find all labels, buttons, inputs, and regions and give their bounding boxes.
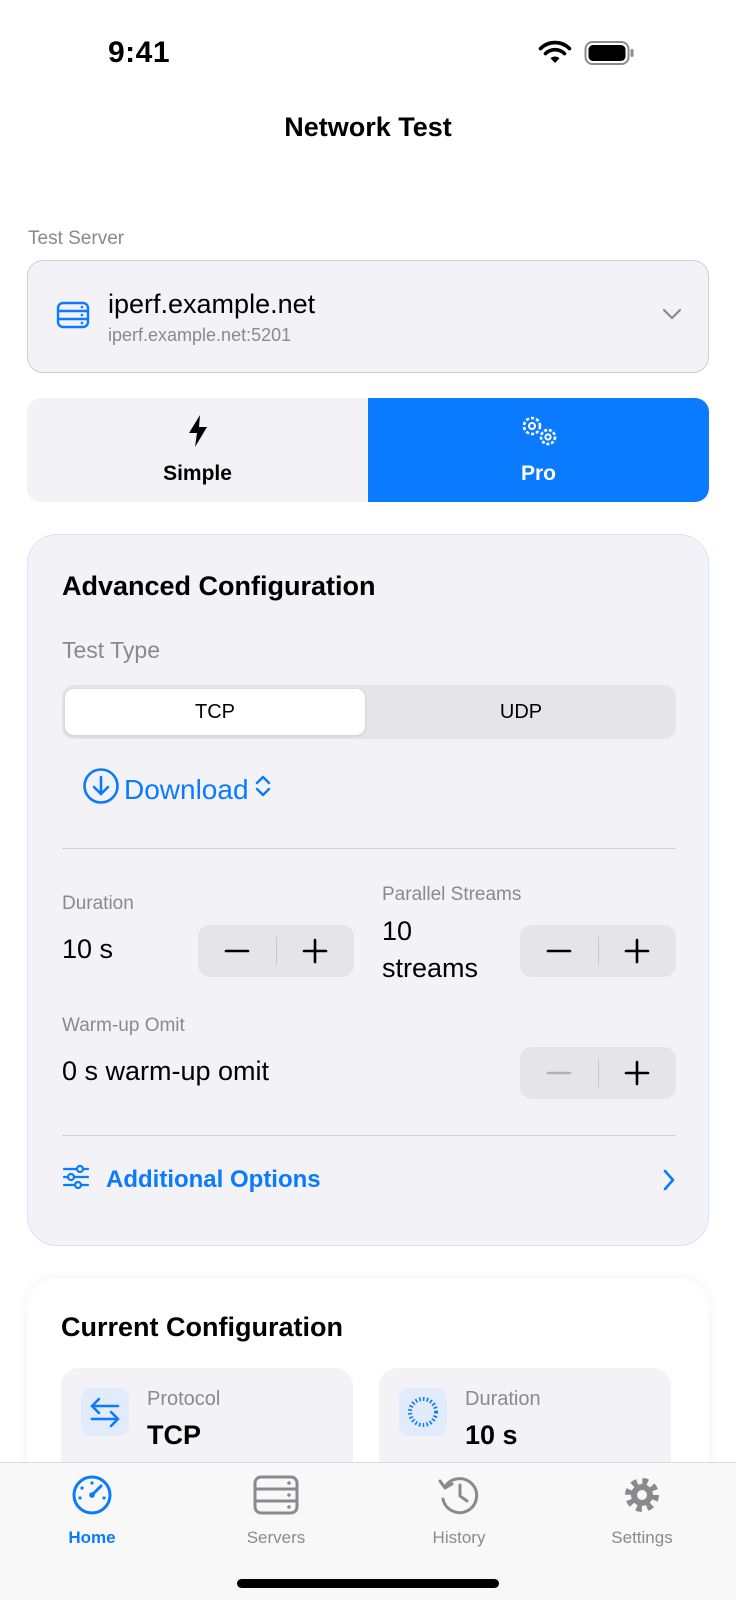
- current-configuration-title: Current Configuration: [61, 1312, 343, 1342]
- duration-increment-button[interactable]: [276, 925, 354, 977]
- parallel-streams-count: 10: [382, 916, 413, 946]
- server-name: iperf.example.net: [108, 289, 316, 319]
- page-title: Network Test: [284, 112, 452, 142]
- tab-settings-label: Settings: [611, 1528, 673, 1547]
- warmup-omit-decrement-button[interactable]: [520, 1047, 598, 1099]
- parallel-streams-stepper: [520, 925, 676, 977]
- warmup-omit-stepper: [520, 1047, 676, 1099]
- warmup-omit-value: 0 s warm-up omit: [62, 1056, 270, 1086]
- tab-home[interactable]: Home: [22, 1473, 162, 1548]
- duration-summary-label: Duration: [465, 1388, 541, 1410]
- parallel-streams-value: 10 streams: [382, 913, 478, 987]
- tab-settings[interactable]: Settings: [572, 1473, 712, 1548]
- additional-options-label: Additional Options: [106, 1166, 321, 1193]
- mode-pro-label: Pro: [520, 462, 556, 485]
- arrows-left-right-icon: [81, 1388, 129, 1436]
- mode-simple-button[interactable]: Simple: [27, 398, 368, 502]
- server-address: iperf.example.net:5201: [108, 325, 292, 345]
- test-server-label: Test Server: [28, 228, 125, 249]
- arrow-down-circle-icon: [82, 767, 120, 812]
- mode-selector: Simple Pro: [27, 398, 709, 502]
- chevron-up-down-icon: [253, 772, 273, 807]
- protocol-summary-label: Protocol: [147, 1388, 221, 1410]
- parallel-streams-increment-button[interactable]: [598, 925, 676, 977]
- tab-servers-label: Servers: [246, 1528, 306, 1547]
- chevron-right-icon: [662, 1169, 676, 1198]
- mode-pro-button[interactable]: Pro: [368, 398, 709, 502]
- duration-stepper: [198, 925, 354, 977]
- advanced-configuration-title: Advanced Configuration: [62, 571, 376, 601]
- battery-icon: [584, 40, 636, 71]
- mode-simple-label: Simple: [163, 462, 232, 485]
- history-icon: [436, 1473, 482, 1522]
- tab-history-label: History: [432, 1528, 486, 1547]
- direction-value: Download: [124, 773, 249, 805]
- speedometer-icon: [70, 1473, 114, 1522]
- tab-bar: Home Servers History Settings: [0, 1462, 736, 1600]
- server-rack-icon: [253, 1473, 299, 1522]
- gears-icon: [519, 414, 559, 454]
- status-time: 9:41: [108, 36, 171, 69]
- gear-icon: [620, 1473, 664, 1522]
- parallel-streams-label: Parallel Streams: [382, 884, 522, 905]
- home-indicator: [237, 1579, 499, 1588]
- status-icons: [538, 40, 636, 71]
- parallel-streams-decrement-button[interactable]: [520, 925, 598, 977]
- duration-decrement-button[interactable]: [198, 925, 276, 977]
- duration-value: 10 s: [62, 934, 114, 964]
- bolt-icon: [186, 414, 210, 454]
- direction-picker[interactable]: Download: [82, 767, 273, 812]
- protocol-tcp-option[interactable]: TCP: [65, 689, 365, 735]
- protocol-segmented-control: TCP UDP: [62, 685, 676, 739]
- additional-options-button[interactable]: Additional Options: [62, 1155, 676, 1205]
- timer-dial-icon: [399, 1388, 447, 1436]
- warmup-omit-label: Warm-up Omit: [62, 1015, 185, 1036]
- server-picker[interactable]: iperf.example.net iperf.example.net:5201: [27, 260, 709, 373]
- tab-home-label: Home: [68, 1528, 116, 1547]
- parallel-streams-unit: streams: [382, 953, 479, 983]
- tab-servers[interactable]: Servers: [206, 1473, 346, 1548]
- protocol-summary-value: TCP: [147, 1420, 201, 1450]
- tab-history[interactable]: History: [389, 1473, 529, 1548]
- duration-summary-value: 10 s: [465, 1420, 518, 1450]
- divider: [62, 848, 676, 849]
- divider: [62, 1135, 676, 1136]
- protocol-udp-option[interactable]: UDP: [371, 689, 671, 735]
- advanced-configuration-card: Advanced Configuration Test Type TCP UDP…: [27, 534, 709, 1246]
- test-type-label: Test Type: [62, 637, 161, 663]
- chevron-down-icon: [662, 307, 682, 326]
- duration-label: Duration: [62, 893, 134, 914]
- server-icon: [56, 301, 90, 334]
- wifi-icon: [538, 40, 572, 71]
- sliders-icon: [62, 1164, 90, 1196]
- status-bar: 9:41: [0, 0, 736, 100]
- warmup-omit-increment-button[interactable]: [598, 1047, 676, 1099]
